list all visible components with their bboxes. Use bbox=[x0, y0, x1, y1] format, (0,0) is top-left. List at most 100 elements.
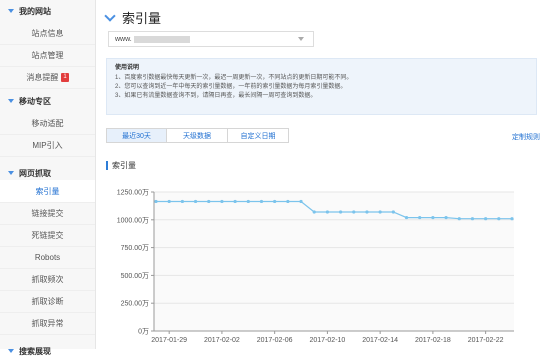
data-point bbox=[259, 199, 264, 204]
data-point bbox=[338, 210, 343, 214]
data-point bbox=[246, 199, 250, 204]
sidebar-item-label: 消息提醒 bbox=[26, 72, 59, 82]
tab-last-30-days[interactable]: 最近30天 bbox=[106, 128, 167, 143]
data-point bbox=[233, 199, 237, 204]
data-point bbox=[312, 210, 316, 214]
y-tick-label: 500.00万 bbox=[121, 272, 149, 280]
sidebar-item-label: 移动适配 bbox=[31, 118, 64, 128]
data-point bbox=[220, 199, 224, 204]
data-point bbox=[457, 217, 461, 221]
data-point bbox=[325, 210, 330, 214]
x-tick-label: 2017-02-14 bbox=[362, 337, 398, 344]
notice-line: 2、您可以查询到近一年中每天的索引量数据，一年前的索引量数据为每月索引量数据。 bbox=[115, 84, 347, 90]
sidebar-group-label: 我的网站 bbox=[19, 6, 51, 16]
sidebar-item-label: MIP引入 bbox=[32, 140, 63, 150]
x-tick-label: 2017-02-18 bbox=[415, 337, 451, 344]
data-point bbox=[510, 217, 514, 221]
sidebar-item-label: 站点信息 bbox=[31, 28, 64, 38]
y-tick-label: 750.00万 bbox=[121, 244, 149, 252]
sidebar-item[interactable]: 抓取异常 bbox=[0, 312, 95, 335]
page-title-text: 索引量 bbox=[122, 11, 162, 26]
sidebar-item[interactable]: MIP引入 bbox=[0, 134, 95, 157]
y-tick-label: 1000.00万 bbox=[117, 216, 149, 224]
data-point bbox=[444, 215, 448, 220]
main-content: 索引量 www. 使用说明 1、百度索引数据最快每天更新一次，最迟一周更新一次，… bbox=[96, 0, 554, 349]
sidebar-group[interactable]: 我的网站 bbox=[0, 2, 95, 20]
data-point bbox=[431, 215, 435, 220]
sidebar-item-label: 索引量 bbox=[35, 186, 60, 196]
usage-notice: 使用说明 1、百度索引数据最快每天更新一次，最迟一周更新一次，不同站点的更新日期… bbox=[106, 58, 537, 115]
sidebar-item-label: 抓取诊断 bbox=[31, 296, 64, 306]
index-volume-chart: 0万 250.00万 500.00万 750.00万 1000.00万 1250.00万 2… bbox=[117, 189, 514, 344]
notification-badge: 1 bbox=[61, 72, 69, 82]
notice-line: 1、百度索引数据最快每天更新一次，最迟一周更新一次，不同站点的更新日期可能不同。 bbox=[115, 75, 353, 81]
y-tick-label: 0万 bbox=[138, 328, 149, 336]
data-point bbox=[497, 217, 501, 221]
sidebar-item[interactable]: 站点信息 bbox=[0, 22, 95, 45]
x-tick-label: 2017-02-22 bbox=[468, 337, 504, 344]
sidebar-item-label: 站点管理 bbox=[31, 50, 64, 60]
data-point bbox=[404, 215, 409, 220]
data-point bbox=[180, 199, 184, 204]
data-point bbox=[352, 210, 356, 214]
page-title: 索引量 bbox=[104, 8, 162, 27]
data-point bbox=[391, 210, 395, 214]
data-point bbox=[484, 217, 488, 221]
notice-line: 3、如果已有流量数据查询不到，请隔日再查，最长间隔一周可查询到数据。 bbox=[115, 93, 317, 99]
caret-down-icon bbox=[8, 99, 14, 103]
tab-daily-data[interactable]: 天级数据 bbox=[166, 128, 228, 143]
sidebar-item-label: 抓取异常 bbox=[31, 318, 64, 328]
data-point bbox=[470, 217, 475, 221]
data-point bbox=[365, 210, 369, 214]
data-point bbox=[167, 199, 171, 204]
sidebar-group-label: 搜索展现 bbox=[19, 346, 51, 356]
caret-down-icon bbox=[298, 37, 304, 41]
sidebar-item[interactable]: 抓取诊断 bbox=[0, 290, 95, 313]
sidebar-group-label: 移动专区 bbox=[19, 96, 51, 106]
section-marker bbox=[106, 161, 108, 170]
data-point bbox=[207, 199, 211, 204]
sidebar-item[interactable]: 移动适配 bbox=[0, 112, 95, 135]
caret-down-icon bbox=[8, 9, 14, 13]
notice-title: 使用说明 bbox=[115, 65, 140, 71]
sidebar-item-label: 链接提交 bbox=[31, 208, 64, 218]
section-title: 索引量 bbox=[106, 160, 136, 171]
sidebar-item[interactable]: 站点管理 bbox=[0, 44, 95, 67]
data-point bbox=[273, 199, 277, 204]
sidebar-item[interactable]: 链接提交 bbox=[0, 202, 95, 225]
sidebar-item[interactable]: 抓取频次 bbox=[0, 268, 95, 291]
sidebar-item[interactable]: 消息提醒 1 bbox=[0, 66, 95, 89]
sidebar-group-label: 网页抓取 bbox=[19, 168, 51, 178]
data-point bbox=[193, 199, 198, 204]
sidebar-group[interactable]: 搜索展现 bbox=[0, 340, 95, 362]
chevron-down-icon bbox=[104, 10, 116, 22]
data-point bbox=[299, 199, 303, 204]
tab-custom-date[interactable]: 自定义日期 bbox=[227, 128, 289, 143]
date-range-tabs: 最近30天 天级数据 自定义日期 bbox=[106, 128, 289, 143]
caret-down-icon bbox=[8, 349, 14, 353]
section-title-text: 索引量 bbox=[112, 161, 136, 170]
site-select[interactable]: www. bbox=[108, 31, 314, 47]
sidebar-item-label: 抓取频次 bbox=[31, 274, 64, 284]
y-tick-label: 250.00万 bbox=[121, 300, 149, 308]
y-tick-label: 1250.00万 bbox=[117, 189, 149, 197]
data-point bbox=[378, 210, 382, 214]
custom-rule-link[interactable]: 定制规则 bbox=[512, 132, 540, 142]
x-tick-label: 2017-01-29 bbox=[151, 337, 187, 344]
x-tick-label: 2017-02-02 bbox=[204, 337, 240, 344]
x-tick-label: 2017-02-10 bbox=[310, 337, 346, 344]
data-point bbox=[286, 199, 290, 204]
sidebar-item-label: Robots bbox=[34, 252, 61, 262]
site-domain-redacted bbox=[133, 35, 190, 43]
sidebar-item[interactable]: Robots bbox=[0, 246, 95, 269]
sidebar: 我的网站站点信息站点管理消息提醒 1 移动专区移动适配 MIP引入网页抓取索引量链接提… bbox=[0, 0, 96, 356]
sidebar-group[interactable]: 移动专区 bbox=[0, 90, 95, 112]
sidebar-item-label: 死链提交 bbox=[31, 230, 64, 240]
data-point bbox=[154, 199, 158, 204]
site-select-value: www. bbox=[115, 35, 132, 43]
sidebar-item[interactable]: 死链提交 bbox=[0, 224, 95, 247]
plot-area bbox=[154, 192, 514, 331]
sidebar-item[interactable]: 索引量 bbox=[0, 180, 95, 203]
data-point bbox=[418, 215, 422, 220]
caret-down-icon bbox=[8, 171, 14, 175]
